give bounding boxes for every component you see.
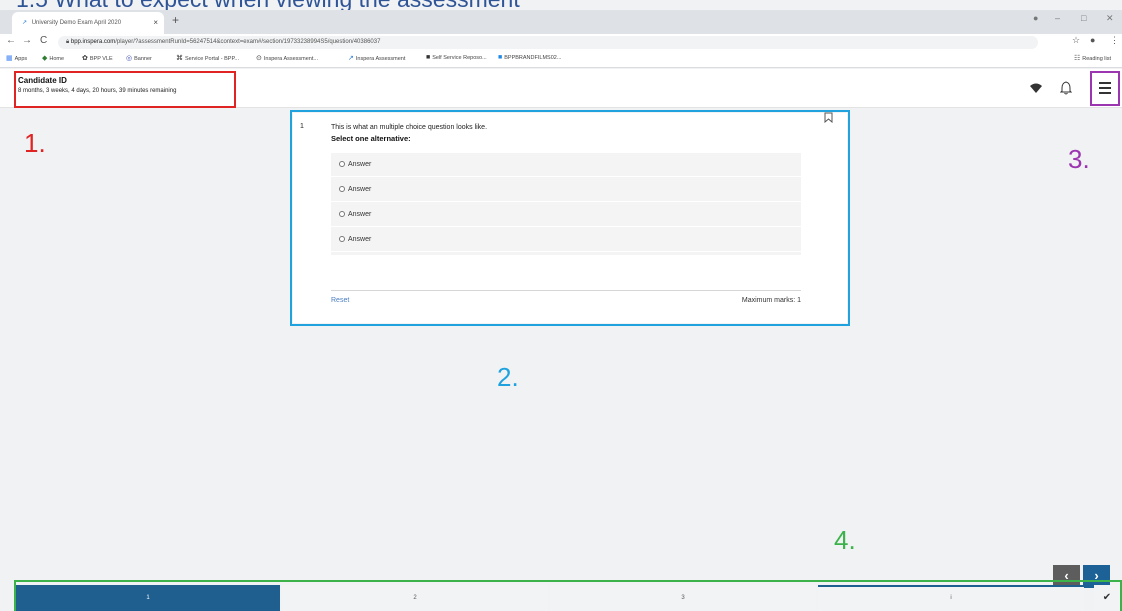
time-remaining: 8 months, 3 weeks, 4 days, 20 hours, 39 … (18, 88, 177, 94)
question-text: This is what an multiple choice question… (331, 124, 488, 131)
back-button[interactable]: ← (6, 35, 16, 46)
reading-list[interactable]: ☷ Reading list (1074, 54, 1111, 62)
home-icon: ◆ (42, 55, 48, 62)
bookmark-banner[interactable]: ◎ Banner (126, 54, 152, 62)
question-instruction: Select one alternative: (331, 134, 411, 143)
minimize-button[interactable]: – (1055, 13, 1060, 23)
screenshot-root: 1.5 What to expect when viewing the asse… (0, 0, 1122, 611)
reload-button[interactable]: C (40, 35, 47, 46)
bookmark-icon[interactable] (824, 112, 833, 123)
bookmark-apps[interactable]: ▦ Apps (6, 54, 27, 62)
bookmark-home[interactable]: ◆ Home (42, 54, 64, 62)
profile-avatar-icon[interactable]: ● (1090, 35, 1095, 45)
answer-option-4[interactable]: Answer (331, 228, 801, 252)
bookmark-service-portal[interactable]: ⌘ Service Portal - BPP... (176, 54, 239, 62)
radio-button[interactable] (339, 186, 345, 192)
annotation-2: 2. (497, 362, 519, 392)
reset-link[interactable]: Reset (331, 297, 349, 304)
vle-icon: ✿ (82, 55, 88, 62)
hamburger-menu-icon[interactable] (1099, 82, 1111, 94)
answer-option-2[interactable]: Answer (331, 178, 801, 202)
close-window-button[interactable]: ✕ (1106, 13, 1114, 24)
star-icon[interactable]: ☆ (1072, 35, 1080, 46)
radio-button[interactable] (339, 161, 345, 167)
inspera-icon: ↗ (348, 55, 354, 62)
maximum-marks: Maximum marks: 1 (741, 297, 801, 304)
radio-button[interactable] (339, 211, 345, 217)
answer-options: Answer Answer Answer Answer (331, 153, 801, 255)
new-tab-button[interactable]: + (172, 13, 179, 27)
browser-tab[interactable]: ↗ University Demo Exam April 2020 × (12, 12, 164, 34)
url-path: /player/?assessmentRunId=56247514&contex… (115, 39, 381, 45)
wifi-icon[interactable] (1029, 82, 1043, 94)
browser-tab-bar: ↗ University Demo Exam April 2020 × + ● … (0, 10, 1122, 34)
reading-list-icon: ☷ (1074, 55, 1081, 62)
brand-icon: ■ (498, 54, 503, 61)
annotation-1: 1. (24, 128, 46, 158)
bookmark-inspera-2[interactable]: ↗ Inspera Assessment (348, 54, 405, 62)
question-number: 1 (300, 123, 304, 130)
answer-option-1[interactable]: Answer (331, 153, 801, 177)
self-service-icon: ■ (426, 54, 431, 61)
question-nav-item-1[interactable]: 1 (16, 585, 280, 611)
question-nav-item-3[interactable]: 3 (550, 585, 816, 611)
browser-tab-title: University Demo Exam April 2020 (31, 20, 122, 26)
annotation-3: 3. (1068, 144, 1090, 174)
url-host: bpp.inspera.com (70, 39, 116, 45)
bookmark-bpp-vle[interactable]: ✿ BPP VLE (82, 54, 113, 62)
question-divider (331, 290, 801, 291)
annotation-4: 4. (834, 525, 856, 555)
candidate-id-label: Candidate ID (18, 76, 67, 85)
bell-icon[interactable] (1060, 81, 1072, 95)
answer-option-3[interactable]: Answer (331, 203, 801, 227)
browser-address-row: ← → C 🔒︎ bpp.inspera.com/player/?assessm… (0, 34, 1122, 50)
radio-button[interactable] (339, 236, 345, 242)
bookmark-self-service[interactable]: ■ Self Service Reposo... (426, 54, 487, 61)
maximize-button[interactable]: □ (1081, 13, 1086, 23)
bookmark-brand-films[interactable]: ■ BPPBRANDFILMS02... (498, 54, 561, 61)
question-nav-item-2[interactable]: 2 (282, 585, 548, 611)
portal-icon: ⌘ (176, 55, 183, 62)
url-field[interactable]: 🔒︎ bpp.inspera.com/player/?assessmentRun… (58, 36, 1038, 49)
bookmark-inspera-1[interactable]: ⊙ Inspera Assessment... (256, 54, 318, 62)
tab-close-icon[interactable]: × (153, 18, 158, 27)
finish-check-icon[interactable]: ✔ (1094, 585, 1120, 611)
inspera-icon: ⊙ (256, 55, 262, 62)
bookmarks-bar: ▦ Apps ◆ Home ✿ BPP VLE ◎ Banner ⌘ Service Po… (0, 50, 1122, 68)
inspera-favicon-icon: ↗ (22, 20, 28, 26)
apps-icon: ▦ (6, 55, 13, 62)
banner-icon: ◎ (126, 55, 133, 62)
browser-profile-icon[interactable]: ● (1033, 13, 1038, 23)
forward-button[interactable]: → (22, 35, 32, 46)
more-menu-icon[interactable]: ⋮ (1110, 35, 1119, 46)
question-nav-item-info[interactable]: i (818, 585, 1084, 611)
